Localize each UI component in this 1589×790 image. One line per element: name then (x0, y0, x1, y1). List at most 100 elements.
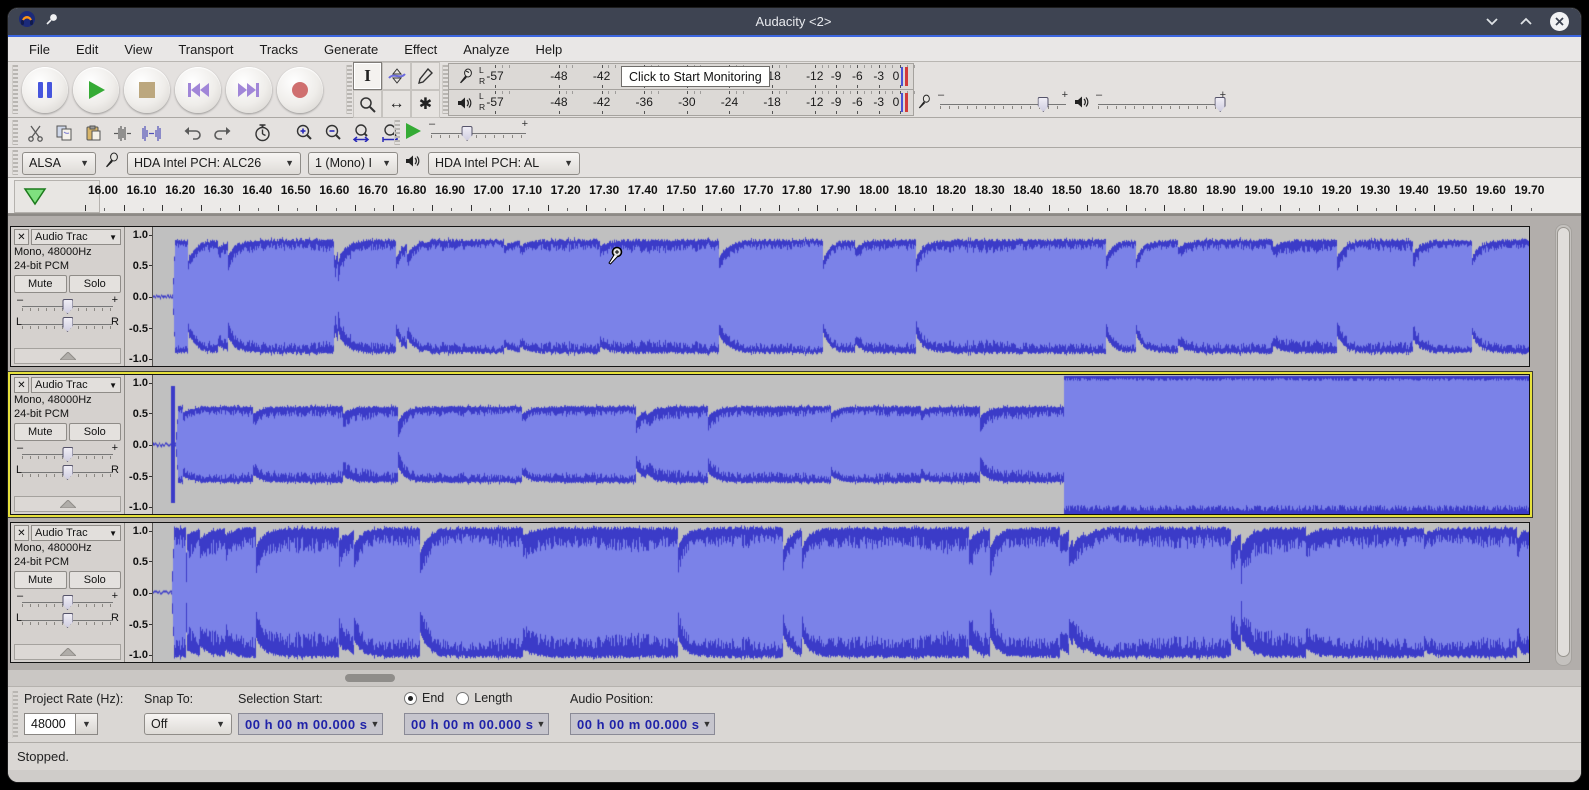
fit-selection-button[interactable] (348, 120, 375, 146)
selection-toolbar-grip[interactable] (12, 691, 18, 738)
mute-button[interactable]: Mute (14, 275, 67, 293)
pan-slider-thumb[interactable] (62, 465, 73, 480)
menu-analyze[interactable]: Analyze (450, 39, 522, 60)
gain-slider-thumb[interactable] (62, 595, 73, 610)
end-radio[interactable]: End (404, 691, 444, 705)
solo-button[interactable]: Solo (69, 423, 122, 441)
minimize-button[interactable] (1482, 12, 1502, 32)
audio-host-dropdown[interactable]: ALSA▼ (22, 152, 96, 175)
menu-file[interactable]: File (16, 39, 63, 60)
forward-button[interactable] (226, 67, 272, 113)
transport-toolbar-grip[interactable] (12, 65, 18, 114)
gain-slider[interactable]: – + (22, 446, 113, 461)
track-collapse-button[interactable] (14, 496, 121, 512)
title-bar[interactable]: Audacity <2> (8, 8, 1581, 35)
play-at-speed-button[interactable] (403, 121, 423, 146)
device-toolbar-grip[interactable] (12, 150, 18, 175)
stop-button[interactable] (124, 67, 170, 113)
menu-view[interactable]: View (111, 39, 165, 60)
track-waveform[interactable] (153, 375, 1529, 514)
recording-volume-slider[interactable]: –+ (940, 96, 1066, 112)
selection-tool[interactable]: I (353, 62, 382, 90)
track-vertical-ruler[interactable]: 1.00.50.0-0.5-1.0 (125, 375, 153, 514)
pin-icon[interactable] (44, 12, 59, 32)
pause-button[interactable] (22, 67, 68, 113)
menu-effect[interactable]: Effect (391, 39, 450, 60)
recording-meter[interactable]: LR -57-48-42-36-30-24-18-12-9-6-30 Click… (448, 63, 914, 90)
pan-slider[interactable]: L R (22, 316, 113, 331)
selection-end-field[interactable]: 00 h 00 m 00.000 s▼ (404, 713, 549, 735)
track-title-dropdown[interactable]: Audio Trac▼ (31, 525, 121, 541)
pan-slider-thumb[interactable] (62, 317, 73, 332)
record-button[interactable] (277, 67, 323, 113)
snap-to-dropdown[interactable]: Off▼ (144, 713, 232, 735)
track-vertical-ruler[interactable]: 1.00.50.0-0.5-1.0 (125, 227, 153, 366)
track-close-button[interactable]: ✕ (14, 377, 29, 393)
menu-generate[interactable]: Generate (311, 39, 391, 60)
gain-slider[interactable]: – + (22, 298, 113, 313)
close-button[interactable] (1550, 12, 1569, 31)
playback-device-dropdown[interactable]: HDA Intel PCH: AL▼ (428, 152, 580, 175)
horizontal-scrollbar-thumb[interactable] (345, 674, 395, 682)
silence-button[interactable] (138, 120, 165, 146)
gain-slider-thumb[interactable] (62, 299, 73, 314)
track-close-button[interactable]: ✕ (14, 525, 29, 541)
multi-tool[interactable]: ✱ (411, 90, 440, 118)
project-rate-value[interactable]: 48000 (24, 713, 76, 735)
menu-help[interactable]: Help (522, 39, 575, 60)
menu-transport[interactable]: Transport (165, 39, 246, 60)
sync-lock-button[interactable] (249, 120, 276, 146)
redo-button[interactable] (208, 120, 235, 146)
vertical-scrollbar[interactable] (1555, 224, 1572, 666)
track-collapse-button[interactable] (14, 348, 121, 364)
audio-position-field[interactable]: 00 h 00 m 00.000 s▼ (570, 713, 715, 735)
recording-device-dropdown[interactable]: HDA Intel PCH: ALC26▼ (127, 152, 301, 175)
cut-button[interactable] (22, 120, 49, 146)
track-title-dropdown[interactable]: Audio Trac▼ (31, 229, 121, 245)
rewind-button[interactable] (175, 67, 221, 113)
timeline-ruler[interactable]: 16.0016.1016.2016.3016.4016.5016.6016.70… (8, 178, 1581, 214)
track-close-button[interactable]: ✕ (14, 229, 29, 245)
track-collapse-button[interactable] (14, 644, 121, 660)
playback-volume-thumb[interactable] (1215, 97, 1226, 112)
mute-button[interactable]: Mute (14, 423, 67, 441)
time-shift-tool[interactable]: ↔ (382, 90, 411, 118)
maximize-button[interactable] (1516, 12, 1536, 32)
track-title-dropdown[interactable]: Audio Trac▼ (31, 377, 121, 393)
solo-button[interactable]: Solo (69, 275, 122, 293)
play-speed-slider[interactable]: –+ (431, 125, 526, 141)
paste-button[interactable] (80, 120, 107, 146)
draw-tool[interactable] (411, 62, 440, 90)
envelope-tool[interactable] (382, 62, 411, 90)
zoom-in-button[interactable] (290, 120, 317, 146)
gain-slider-thumb[interactable] (62, 447, 73, 462)
track-vertical-ruler[interactable]: 1.00.50.0-0.5-1.0 (125, 523, 153, 662)
horizontal-scrollbar[interactable] (8, 670, 1581, 686)
recording-volume-thumb[interactable] (1038, 97, 1049, 112)
menu-tracks[interactable]: Tracks (246, 39, 311, 60)
trim-button[interactable] (109, 120, 136, 146)
playback-volume-slider[interactable]: –+ (1098, 96, 1224, 112)
project-rate-dropdown-button[interactable]: ▼ (76, 713, 98, 735)
track-waveform[interactable] (153, 227, 1529, 366)
menu-edit[interactable]: Edit (63, 39, 111, 60)
length-radio[interactable]: Length (456, 691, 512, 705)
pan-slider-thumb[interactable] (62, 613, 73, 628)
pan-slider[interactable]: L R (22, 464, 113, 479)
copy-button[interactable] (51, 120, 78, 146)
recording-channels-dropdown[interactable]: 1 (Mono) I▼ (308, 152, 398, 175)
selection-start-field[interactable]: 00 h 00 m 00.000 s▼ (238, 713, 383, 735)
play-button[interactable] (73, 67, 119, 113)
playback-meter[interactable]: LR -57-48-42-36-30-24-18-12-9-6-30 (448, 89, 914, 116)
monitoring-tooltip[interactable]: Click to Start Monitoring (621, 66, 770, 87)
undo-button[interactable] (179, 120, 206, 146)
tools-toolbar-grip[interactable] (346, 65, 352, 114)
edit-toolbar-grip[interactable] (12, 120, 18, 145)
track-waveform[interactable] (153, 523, 1529, 662)
pan-slider[interactable]: L R (22, 612, 113, 627)
project-rate-combo[interactable]: 48000 ▼ (24, 713, 98, 735)
play-speed-thumb[interactable] (462, 126, 473, 141)
zoom-out-button[interactable] (319, 120, 346, 146)
mute-button[interactable]: Mute (14, 571, 67, 589)
vertical-scrollbar-thumb[interactable] (1557, 227, 1570, 657)
